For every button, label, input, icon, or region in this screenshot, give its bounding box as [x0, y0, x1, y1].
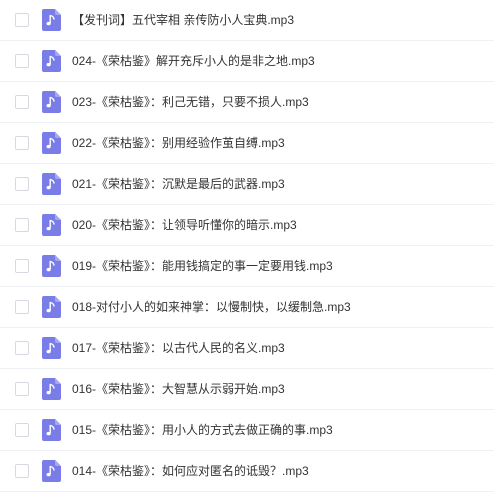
row-checkbox[interactable] — [15, 423, 29, 437]
file-name[interactable]: 021-《荣枯鉴》：沉默是最后的武器.mp3 — [72, 176, 285, 192]
row-checkbox[interactable] — [15, 218, 29, 232]
file-row[interactable]: 023-《荣枯鉴》：利己无错，只要不损人.mp3 — [0, 82, 494, 123]
file-row[interactable]: 017-《荣枯鉴》：以古代人民的名义.mp3 — [0, 328, 494, 369]
file-name[interactable]: 023-《荣枯鉴》：利己无错，只要不损人.mp3 — [72, 94, 309, 110]
music-file-icon — [42, 214, 61, 236]
file-name[interactable]: 022-《荣枯鉴》：别用经验作茧自缚.mp3 — [72, 135, 285, 151]
file-row[interactable]: 【发刊词】五代宰相 亲传防小人宝典.mp3 — [0, 0, 494, 41]
file-name[interactable]: 016-《荣枯鉴》：大智慧从示弱开始.mp3 — [72, 381, 285, 397]
music-file-icon — [42, 173, 61, 195]
file-row[interactable]: 019-《荣枯鉴》：能用钱搞定的事一定要用钱.mp3 — [0, 246, 494, 287]
row-checkbox[interactable] — [15, 54, 29, 68]
row-checkbox[interactable] — [15, 95, 29, 109]
music-file-icon — [42, 132, 61, 154]
file-name[interactable]: 014-《荣枯鉴》：如何应对匿名的诋毁？.mp3 — [72, 463, 309, 479]
music-file-icon — [42, 337, 61, 359]
file-name[interactable]: 【发刊词】五代宰相 亲传防小人宝典.mp3 — [72, 12, 294, 28]
music-file-icon — [42, 296, 61, 318]
music-file-icon — [42, 255, 61, 277]
row-checkbox[interactable] — [15, 341, 29, 355]
file-row[interactable]: 016-《荣枯鉴》：大智慧从示弱开始.mp3 — [0, 369, 494, 410]
file-name[interactable]: 020-《荣枯鉴》：让领导听懂你的暗示.mp3 — [72, 217, 297, 233]
music-file-icon — [42, 419, 61, 441]
file-row[interactable]: 024-《荣枯鉴》解开充斥小人的是非之地.mp3 — [0, 41, 494, 82]
file-row[interactable]: 020-《荣枯鉴》：让领导听懂你的暗示.mp3 — [0, 205, 494, 246]
file-name[interactable]: 018-对付小人的如来神掌：以慢制快，以缓制急.mp3 — [72, 299, 351, 315]
music-file-icon — [42, 50, 61, 72]
music-file-icon — [42, 9, 61, 31]
file-name[interactable]: 024-《荣枯鉴》解开充斥小人的是非之地.mp3 — [72, 53, 315, 69]
file-name[interactable]: 019-《荣枯鉴》：能用钱搞定的事一定要用钱.mp3 — [72, 258, 333, 274]
file-name[interactable]: 017-《荣枯鉴》：以古代人民的名义.mp3 — [72, 340, 285, 356]
file-row[interactable]: 014-《荣枯鉴》：如何应对匿名的诋毁？.mp3 — [0, 451, 494, 492]
row-checkbox[interactable] — [15, 177, 29, 191]
file-row[interactable]: 022-《荣枯鉴》：别用经验作茧自缚.mp3 — [0, 123, 494, 164]
row-checkbox[interactable] — [15, 136, 29, 150]
row-checkbox[interactable] — [15, 259, 29, 273]
file-list: 【发刊词】五代宰相 亲传防小人宝典.mp3 024-《荣枯鉴》解开充斥小人的是非… — [0, 0, 494, 492]
file-row[interactable]: 021-《荣枯鉴》：沉默是最后的武器.mp3 — [0, 164, 494, 205]
row-checkbox[interactable] — [15, 13, 29, 27]
file-row[interactable]: 015-《荣枯鉴》：用小人的方式去做正确的事.mp3 — [0, 410, 494, 451]
music-file-icon — [42, 378, 61, 400]
row-checkbox[interactable] — [15, 300, 29, 314]
file-row[interactable]: 018-对付小人的如来神掌：以慢制快，以缓制急.mp3 — [0, 287, 494, 328]
row-checkbox[interactable] — [15, 464, 29, 478]
row-checkbox[interactable] — [15, 382, 29, 396]
music-file-icon — [42, 91, 61, 113]
file-name[interactable]: 015-《荣枯鉴》：用小人的方式去做正确的事.mp3 — [72, 422, 333, 438]
music-file-icon — [42, 460, 61, 482]
